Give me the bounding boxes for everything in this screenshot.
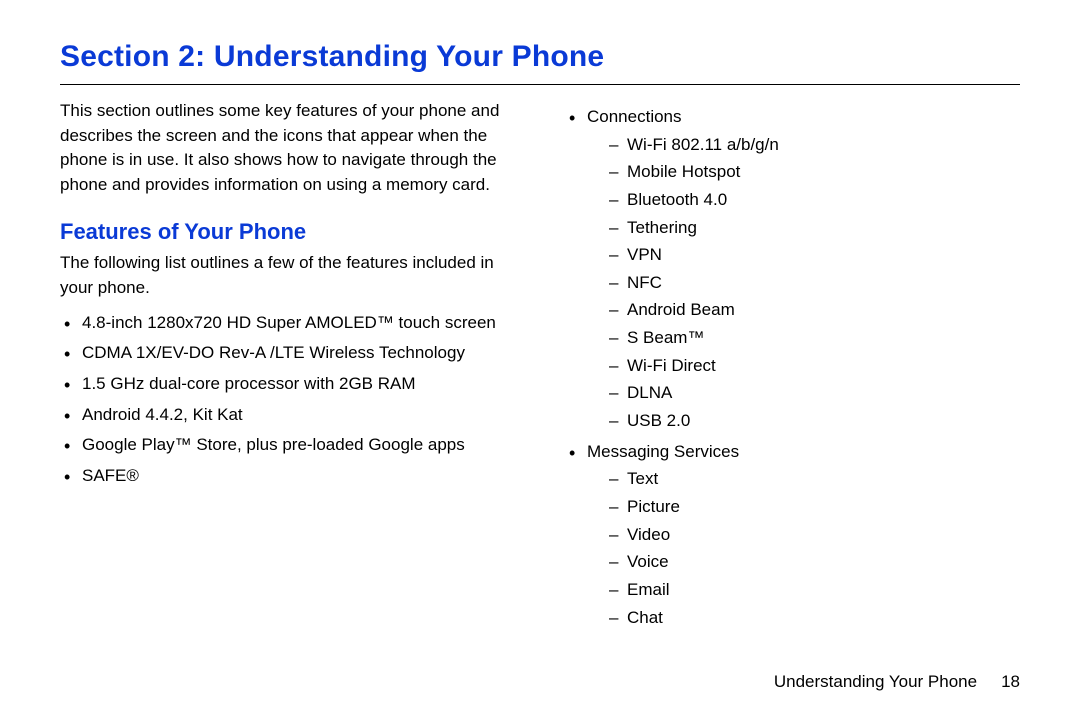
connections-label: Connections [587, 107, 682, 126]
manual-page: Section 2: Understanding Your Phone This… [0, 0, 1080, 720]
list-item: Connections Wi-Fi 802.11 a/b/g/n Mobile … [565, 105, 1020, 434]
list-item: VPN [587, 243, 1020, 268]
intro-text: This section outlines some key features … [60, 99, 515, 198]
list-item: Wi-Fi Direct [587, 354, 1020, 379]
list-item: USB 2.0 [587, 409, 1020, 434]
page-number: 18 [1001, 672, 1020, 691]
list-item: Picture [587, 495, 1020, 520]
list-item: CDMA 1X/EV-DO Rev-A /LTE Wireless Techno… [60, 341, 515, 366]
features-heading: Features of Your Phone [60, 216, 515, 248]
list-item: 4.8-inch 1280x720 HD Super AMOLED™ touch… [60, 311, 515, 336]
list-item: Video [587, 523, 1020, 548]
footer-section-label: Understanding Your Phone [774, 672, 977, 691]
list-item: Tethering [587, 216, 1020, 241]
right-column: Connections Wi-Fi 802.11 a/b/g/n Mobile … [565, 99, 1020, 636]
list-item: Voice [587, 550, 1020, 575]
list-item: S Beam™ [587, 326, 1020, 351]
list-item: Email [587, 578, 1020, 603]
list-item: Bluetooth 4.0 [587, 188, 1020, 213]
connections-sublist: Wi-Fi 802.11 a/b/g/n Mobile Hotspot Blue… [587, 133, 1020, 434]
divider [60, 84, 1020, 85]
list-item: Android 4.4.2, Kit Kat [60, 403, 515, 428]
list-item: Messaging Services Text Picture Video Vo… [565, 440, 1020, 630]
messaging-label: Messaging Services [587, 442, 739, 461]
messaging-sublist: Text Picture Video Voice Email Chat [587, 467, 1020, 630]
safe-label: SAFE® [82, 466, 139, 485]
list-item: Wi-Fi 802.11 a/b/g/n [587, 133, 1020, 158]
left-column: This section outlines some key features … [60, 99, 515, 636]
list-item: Mobile Hotspot [587, 160, 1020, 185]
list-item: DLNA [587, 381, 1020, 406]
feature-bullets-left: 4.8-inch 1280x720 HD Super AMOLED™ touch… [60, 311, 515, 489]
list-item: Android Beam [587, 298, 1020, 323]
feature-bullets-right: Connections Wi-Fi 802.11 a/b/g/n Mobile … [565, 105, 1020, 630]
list-item: Google Play™ Store, plus pre-loaded Goog… [60, 433, 515, 458]
list-item: Chat [587, 606, 1020, 631]
page-footer: Understanding Your Phone 18 [774, 672, 1020, 692]
list-item: SAFE® [60, 464, 515, 489]
features-lead: The following list outlines a few of the… [60, 251, 515, 300]
section-title: Section 2: Understanding Your Phone [60, 40, 1020, 74]
two-column-layout: This section outlines some key features … [60, 99, 1020, 636]
list-item: NFC [587, 271, 1020, 296]
list-item: Text [587, 467, 1020, 492]
list-item: 1.5 GHz dual-core processor with 2GB RAM [60, 372, 515, 397]
